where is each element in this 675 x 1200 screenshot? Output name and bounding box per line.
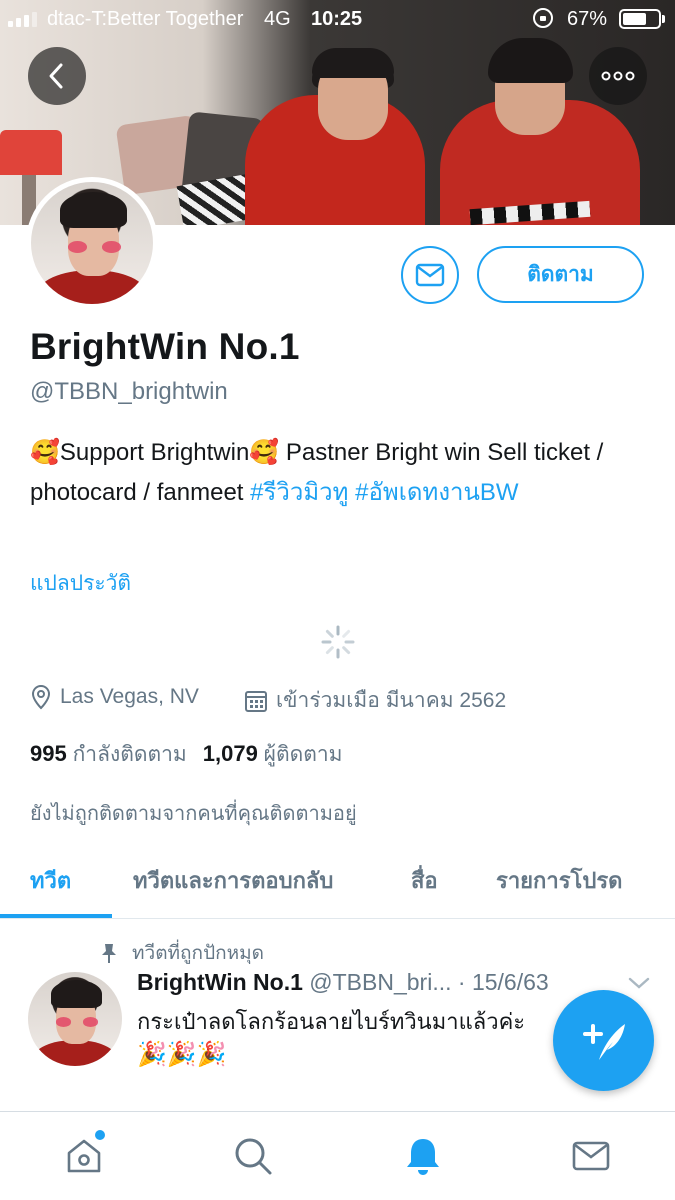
profile-join-date: เข้าร่วมเมือ มีนาคม 2562 (244, 684, 506, 717)
signal-strength-icon (8, 11, 37, 27)
avatar-blush (56, 1017, 72, 1027)
network-type: 4G (264, 8, 291, 30)
home-icon (67, 1139, 101, 1173)
tweet-header: BrightWin No.1 @TBBN_bri... · 15/6/63 (137, 969, 549, 996)
tweet-author-avatar[interactable] (28, 972, 122, 1066)
nav-search[interactable] (231, 1134, 275, 1178)
following-count: 995 (30, 741, 67, 766)
avatar-hair (50, 979, 103, 1008)
envelope-icon (572, 1141, 610, 1171)
pin-icon (102, 944, 116, 963)
compose-feather-icon (582, 1023, 625, 1060)
more-horizontal-icon (601, 71, 635, 81)
banner-person-right-hair (488, 38, 573, 83)
profile-display-name: BrightWin No.1 (30, 326, 300, 367)
following-label: กำลังติดตาม (72, 743, 187, 766)
profile-bio: 🥰Support Brightwin🥰 Pastner Bright win S… (30, 433, 640, 513)
calendar-icon (245, 690, 267, 712)
tab-tweets-and-replies[interactable]: ทวีตและการตอบกลับ (133, 863, 333, 898)
status-bar: dtac-T:Better Together 4G 10:25 67% (0, 0, 675, 38)
follow-counts: 995 กำลังติดตาม 1,079 ผู้ติดตาม (30, 738, 343, 771)
battery-tip (662, 15, 665, 23)
location-text: Las Vegas, NV (60, 685, 199, 708)
loading-spinner-icon (321, 625, 355, 659)
tab-tweets[interactable]: ทวีต (30, 863, 71, 898)
pinned-label-text: ทวีตที่ถูกปักหมุด (132, 943, 265, 964)
location-pin-icon (31, 684, 51, 710)
bottom-navigation-bar (0, 1111, 675, 1200)
profile-tabs: ทวีต ทวีตและการตอบกลับ สื่อ รายการโปรด (0, 843, 675, 919)
follow-button[interactable]: ติดตาม (477, 246, 644, 303)
join-date-text: เข้าร่วมเมือ มีนาคม 2562 (276, 689, 507, 712)
tweet-emojis: 🎉🎉🎉 (137, 1041, 227, 1068)
active-tab-indicator (0, 914, 112, 918)
nav-notifications[interactable] (401, 1134, 445, 1178)
rotation-lock-icon (533, 8, 553, 28)
followers-count: 1,079 (202, 741, 258, 766)
tweet-text: กระเป๋าลดโลกร้อนลายไบร์ทวินมาแล้วค่ะ (137, 1009, 526, 1034)
tweet-author-handle[interactable]: @TBBN_bri... (309, 969, 451, 995)
tab-likes[interactable]: รายการโปรด (496, 863, 622, 898)
back-button[interactable] (28, 47, 86, 105)
followers-label: ผู้ติดตาม (263, 743, 343, 766)
carrier-name: dtac-T:Better Together (47, 8, 244, 30)
tweet-date: · 15/6/63 (451, 969, 549, 995)
banner-person-left-fringe (312, 48, 394, 78)
message-button[interactable] (401, 246, 459, 304)
translate-bio-link[interactable]: แปลประวัติ (30, 567, 131, 600)
avatar-hair (60, 191, 128, 229)
banner-lamp-shade (0, 130, 62, 175)
chevron-left-icon (49, 63, 63, 89)
envelope-icon (415, 263, 445, 287)
following-link[interactable]: 995 กำลังติดตาม (30, 741, 187, 766)
profile-avatar[interactable] (26, 177, 158, 309)
pinned-tweet-label: ทวีตที่ถูกปักหมุด (100, 938, 264, 968)
avatar-image (31, 182, 153, 304)
search-icon (235, 1138, 272, 1175)
more-options-button[interactable] (589, 47, 647, 105)
chevron-down-icon[interactable] (628, 976, 650, 990)
profile-handle: @TBBN_brightwin (30, 378, 228, 405)
battery-icon (619, 9, 661, 29)
tab-media[interactable]: สื่อ (411, 863, 438, 898)
profile-location: Las Vegas, NV (30, 684, 199, 710)
clock: 10:25 (311, 8, 363, 30)
compose-tweet-button[interactable] (553, 990, 654, 1091)
battery-percentage: 67% (567, 8, 608, 30)
bell-icon (407, 1139, 439, 1175)
followed-by-note: ยังไม่ถูกติดตามจากคนที่คุณติดตามอยู่ (30, 803, 357, 825)
bio-hashtag-link[interactable]: #รีวิวมิวทู (250, 479, 348, 506)
tweet-author-name[interactable]: BrightWin No.1 (137, 969, 303, 995)
avatar-blush (67, 240, 88, 253)
followers-link[interactable]: 1,079 ผู้ติดตาม (202, 741, 343, 766)
battery-level-fill (623, 13, 646, 25)
nav-home[interactable] (62, 1134, 106, 1178)
new-tweets-badge (95, 1130, 105, 1140)
avatar-blush (101, 240, 122, 253)
avatar-blush (82, 1017, 98, 1027)
bio-hashtag-link[interactable]: #อัพเดทงานBW (355, 479, 518, 506)
nav-messages[interactable] (569, 1134, 613, 1178)
